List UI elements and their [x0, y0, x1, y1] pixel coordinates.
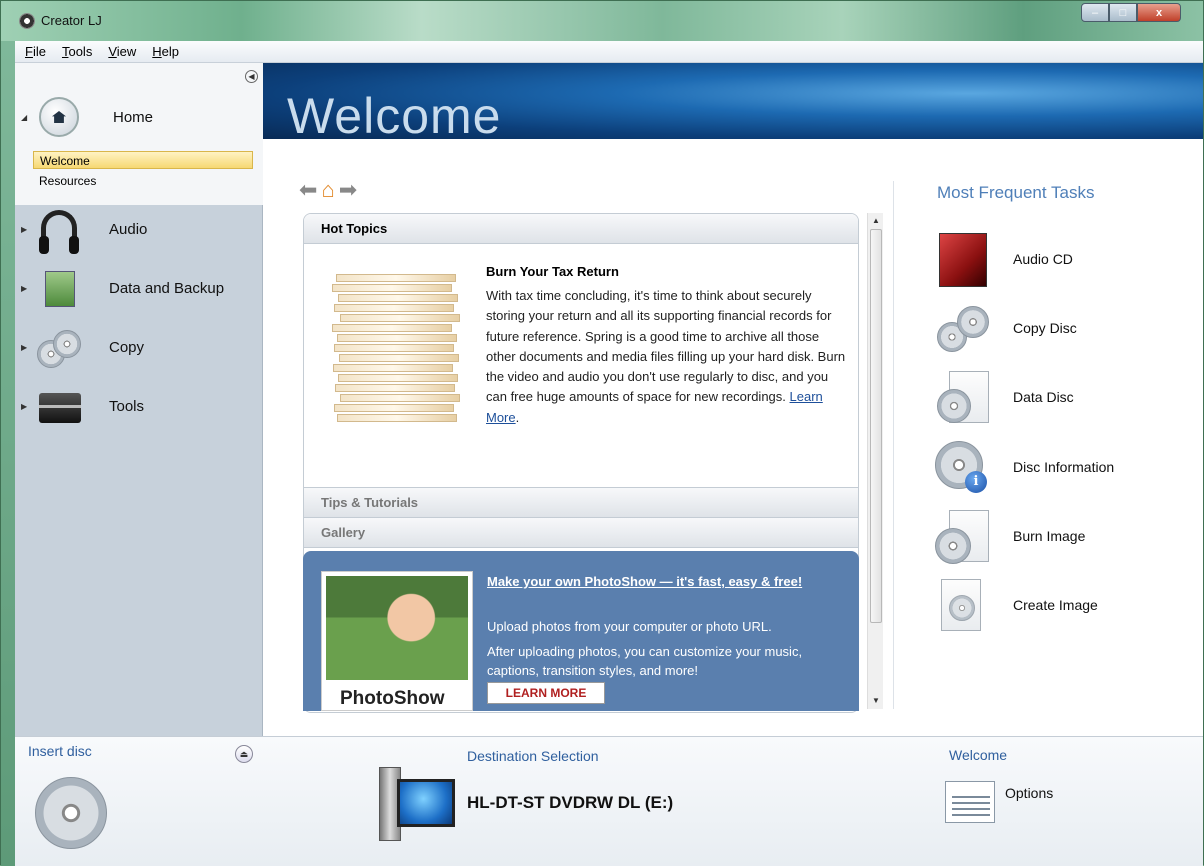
sidebar-item-copy[interactable]: ▶ Copy — [15, 319, 263, 375]
create-image-icon — [935, 577, 991, 633]
promo-title-link[interactable]: Make your own PhotoShow — it's fast, eas… — [487, 573, 847, 591]
disc-icon[interactable] — [35, 777, 107, 849]
scroll-thumb[interactable] — [870, 229, 882, 623]
sidebar-item-label: Home — [113, 108, 154, 126]
sidebar-item-label: Copy — [109, 338, 145, 356]
hot-topics-body: Burn Your Tax Return With tax time concl… — [304, 244, 858, 488]
toolbox-icon — [33, 383, 85, 429]
article-title: Burn Your Tax Return — [486, 264, 619, 279]
maximize-button[interactable]: □ — [1109, 3, 1137, 22]
sidebar-item-label: Audio — [109, 220, 148, 238]
photoshow-promo: PhotoShow Make your own PhotoShow — it's… — [303, 551, 859, 711]
expanded-arrow-icon: ◢ — [21, 112, 28, 122]
task-create-image[interactable]: Create Image — [935, 575, 1175, 635]
collapsed-arrow-icon: ▶ — [21, 283, 28, 293]
sidebar-item-label: Tools — [109, 397, 145, 415]
page-title: Welcome — [287, 88, 502, 139]
task-label: Create Image — [1013, 597, 1098, 613]
home-icon — [33, 94, 85, 140]
task-copy-disc[interactable]: Copy Disc — [935, 298, 1175, 358]
task-label: Audio CD — [1013, 251, 1073, 267]
copy-discs-icon — [33, 324, 85, 370]
task-label: Data Disc — [1013, 389, 1074, 405]
sidebar-subitem-welcome[interactable]: Welcome — [33, 151, 253, 169]
sidebar-subitem-resources[interactable]: Resources — [33, 172, 253, 190]
app-logo-icon — [19, 13, 35, 29]
task-label: Burn Image — [1013, 528, 1086, 544]
copy-disc-icon — [935, 300, 991, 356]
task-data-disc[interactable]: Data Disc — [935, 367, 1175, 427]
window-title: Creator LJ — [41, 13, 102, 28]
promo-text-line: Upload photos from your computer or phot… — [487, 619, 772, 634]
main-content: ⬅ ⌂ ➡ Hot Topics Burn Your Tax Return Wi… — [263, 139, 1203, 736]
sidebar-item-home[interactable]: ◢ Home — [15, 89, 263, 145]
task-burn-image[interactable]: Burn Image — [935, 506, 1175, 566]
photoshow-brand: PhotoShow — [340, 688, 445, 709]
back-arrow-icon[interactable]: ⬅ — [299, 177, 317, 203]
minimize-button[interactable]: – — [1081, 3, 1109, 22]
article-body: With tax time concluding, it's time to t… — [486, 288, 846, 405]
forward-arrow-icon[interactable]: ➡ — [339, 177, 357, 203]
baby-photo — [326, 576, 468, 680]
menu-view[interactable]: View — [108, 44, 136, 59]
sidebar-item-tools[interactable]: ▶ Tools — [15, 378, 263, 434]
collapsed-arrow-icon: ▶ — [21, 401, 28, 411]
destination-selection-label: Destination Selection — [467, 748, 599, 764]
article-text: With tax time concluding, it's time to t… — [486, 288, 846, 425]
collapsed-arrow-icon: ▶ — [21, 224, 28, 234]
welcome-banner: Welcome — [263, 63, 1203, 139]
tips-tutorials-header[interactable]: Tips & Tutorials — [304, 488, 858, 518]
app-window: Creator LJ – □ x File Tools View Help ◀ … — [0, 0, 1204, 866]
sidebar-item-label: Data and Backup — [109, 279, 225, 297]
window-frame-left — [1, 41, 15, 866]
audio-cd-icon — [935, 231, 991, 287]
task-label: Copy Disc — [1013, 320, 1077, 336]
sidebar-item-audio[interactable]: ▶ Audio — [15, 201, 263, 257]
scroll-down-icon[interactable]: ▼ — [868, 693, 884, 709]
chevron-left-icon[interactable]: ◀ — [245, 70, 258, 83]
tasks-title: Most Frequent Tasks — [937, 183, 1095, 202]
window-controls: – □ x — [1081, 3, 1181, 22]
bottom-bar: Insert disc ⏏ Destination Selection HL-D… — [15, 736, 1203, 866]
headphones-icon — [33, 206, 85, 254]
promo-text: Upload photos from your computer or phot… — [487, 617, 847, 680]
disc-info-icon: i — [935, 439, 991, 495]
task-audio-cd[interactable]: Audio CD — [935, 229, 1175, 289]
column-divider — [893, 181, 894, 709]
learn-more-button[interactable]: LEARN MORE — [487, 682, 605, 704]
task-label: Disc Information — [1013, 459, 1115, 475]
eject-icon[interactable]: ⏏ — [235, 745, 253, 763]
insert-disc-label: Insert disc — [28, 743, 92, 759]
sidebar-item-data-backup[interactable]: ▶ Data and Backup — [15, 260, 263, 316]
title-bar[interactable]: Creator LJ – □ x — [1, 1, 1203, 41]
home-nav-icon[interactable]: ⌂ — [321, 177, 334, 203]
paper-stack-image — [332, 264, 462, 434]
menu-bar: File Tools View Help — [15, 41, 1203, 63]
menu-file[interactable]: File — [25, 44, 46, 59]
options-label[interactable]: Options — [1005, 785, 1053, 801]
promo-text-line: After uploading photos, you can customiz… — [487, 644, 803, 678]
burn-image-icon — [935, 508, 991, 564]
welcome-status-label: Welcome — [949, 747, 1008, 763]
options-icon[interactable] — [945, 781, 995, 823]
content-nav: ⬅ ⌂ ➡ — [299, 177, 357, 203]
scroll-up-icon[interactable]: ▲ — [868, 213, 884, 229]
menu-tools[interactable]: Tools — [62, 44, 92, 59]
menu-help[interactable]: Help — [152, 44, 179, 59]
computer-icon[interactable] — [375, 767, 457, 843]
data-disc-icon — [935, 369, 991, 425]
data-backup-icon — [33, 265, 85, 311]
sidebar: ◀ ◢ Home Welcome Resources ▶ Audio ▶ Dat… — [15, 63, 263, 736]
content-scrollbar[interactable]: ▲ ▼ — [867, 213, 883, 709]
hot-topics-header[interactable]: Hot Topics — [304, 214, 858, 244]
collapsed-arrow-icon: ▶ — [21, 342, 28, 352]
drive-name[interactable]: HL-DT-ST DVDRW DL (E:) — [467, 793, 673, 813]
task-disc-information[interactable]: i Disc Information — [935, 437, 1175, 497]
close-button[interactable]: x — [1137, 3, 1181, 22]
gallery-header[interactable]: Gallery — [304, 518, 858, 548]
promo-image[interactable]: PhotoShow — [321, 571, 473, 711]
